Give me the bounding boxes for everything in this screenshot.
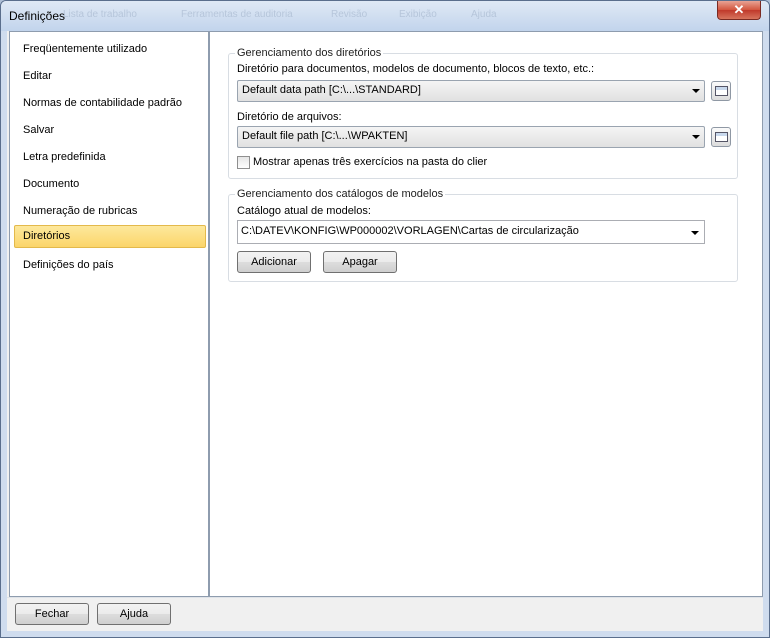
browse-files-button[interactable] [711, 127, 731, 147]
chevron-down-icon [691, 231, 699, 235]
add-catalog-button[interactable]: Adicionar [237, 251, 311, 273]
nav-item-label: Numeração de rubricas [23, 205, 138, 217]
nav-item-label: Editar [23, 70, 52, 82]
nav-item-document[interactable]: Documento [14, 173, 206, 196]
close-window-button[interactable]: ✕ [717, 1, 761, 20]
group-title: Gerenciamento dos diretórios [235, 47, 384, 59]
nav-item-label: Definições do país [23, 259, 114, 271]
nav-item-label: Normas de contabilidade padrão [23, 97, 182, 109]
background-menu-item: Revisão [331, 9, 368, 20]
nav-item-label: Freqüentemente utilizado [23, 43, 148, 55]
documents-directory-label: Diretório para documentos, modelos de do… [237, 63, 595, 75]
browse-documents-button[interactable] [711, 81, 731, 101]
group-title: Gerenciamento dos catálogos de modelos [235, 188, 446, 200]
help-button[interactable]: Ajuda [97, 603, 171, 625]
background-menu-item: Lista de trabalho [63, 9, 137, 20]
nav-item-accounting-standards[interactable]: Normas de contabilidade padrão [14, 92, 206, 115]
nav-item-label: Diretórios [23, 230, 71, 242]
settings-category-list: Freqüentemente utilizado Editar Normas d… [9, 31, 209, 597]
nav-item-item-numbering[interactable]: Numeração de rubricas [14, 200, 206, 223]
current-catalog-label: Catálogo atual de modelos: [237, 205, 371, 217]
combobox-value: C:\DATEV\KONFIG\WP000002\VORLAGEN\Cartas… [241, 225, 579, 237]
chevron-down-icon [692, 135, 700, 139]
nav-item-label: Letra predefinida [23, 151, 106, 163]
nav-item-frequently-used[interactable]: Freqüentemente utilizado [14, 38, 206, 61]
footer-divider [7, 597, 763, 598]
delete-catalog-button[interactable]: Apagar [323, 251, 397, 273]
current-catalog-combobox[interactable]: C:\DATEV\KONFIG\WP000002\VORLAGEN\Cartas… [237, 220, 705, 244]
dialog-body: Freqüentemente utilizado Editar Normas d… [7, 31, 763, 631]
chevron-down-icon [692, 89, 700, 93]
checkbox-label: Mostrar apenas três exercícios na pasta … [253, 156, 488, 168]
three-years-checkbox[interactable] [237, 156, 250, 169]
nav-item-label: Documento [23, 178, 80, 190]
close-button[interactable]: Fechar [15, 603, 89, 625]
documents-directory-dropdown[interactable]: Default data path [C:\...\STANDARD] [237, 80, 705, 102]
background-menu-item: Exibição [399, 9, 437, 20]
dropdown-value: Default file path [C:\...\WPAKTEN] [242, 130, 408, 142]
nav-item-default-font[interactable]: Letra predefinida [14, 146, 206, 169]
directories-group: Gerenciamento dos diretórios Diretório p… [228, 47, 738, 179]
folder-browse-icon [715, 132, 728, 142]
window-title: Definições [9, 9, 66, 23]
background-menu-item: Ajuda [471, 9, 497, 20]
folder-browse-icon [715, 86, 728, 96]
nav-item-label: Salvar [23, 124, 55, 136]
nav-item-country-settings[interactable]: Definições do país [14, 254, 206, 277]
nav-item-edit[interactable]: Editar [14, 65, 206, 88]
settings-content-panel: Gerenciamento dos diretórios Diretório p… [209, 31, 763, 597]
title-bar[interactable]: Definições Lista de trabalho Ferramentas… [1, 1, 769, 31]
close-icon: ✕ [733, 2, 745, 17]
dropdown-value: Default data path [C:\...\STANDARD] [242, 84, 421, 96]
files-directory-label: Diretório de arquivos: [237, 111, 342, 123]
files-directory-dropdown[interactable]: Default file path [C:\...\WPAKTEN] [237, 126, 705, 148]
background-menu-item: Ferramentas de auditoria [181, 9, 293, 20]
settings-dialog: Definições Lista de trabalho Ferramentas… [0, 0, 770, 638]
nav-item-save[interactable]: Salvar [14, 119, 206, 142]
catalogs-group: Gerenciamento dos catálogos de modelos C… [228, 188, 738, 282]
nav-item-directories[interactable]: Diretórios [14, 225, 206, 248]
